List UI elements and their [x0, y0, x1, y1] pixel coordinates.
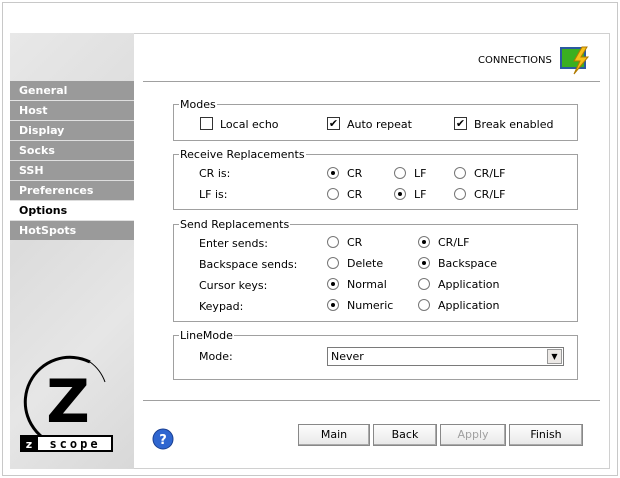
keypad-label: Keypad:	[199, 300, 244, 313]
finish-button[interactable]: Finish	[509, 424, 583, 446]
sidebar-item-hotspots[interactable]: HotSpots	[10, 221, 134, 240]
main-button[interactable]: Main	[298, 424, 370, 446]
mode-select[interactable]: Never ▼	[327, 347, 564, 366]
lf-is-cr-label: CR	[347, 188, 363, 201]
header-divider	[143, 81, 600, 82]
enter-cr-radio[interactable]	[327, 236, 339, 248]
mode-select-value: Never	[331, 350, 364, 363]
back-button[interactable]: Back	[373, 424, 437, 446]
keypad-numeric-radio[interactable]	[327, 299, 339, 311]
local-echo-checkbox[interactable]	[200, 117, 213, 130]
backspace-delete-label: Delete	[347, 257, 384, 270]
svg-text:z: z	[26, 438, 32, 451]
cr-is-lf-label: LF	[414, 167, 427, 180]
sidebar-item-host[interactable]: Host	[10, 101, 134, 120]
enter-sends-label: Enter sends:	[199, 237, 268, 250]
mode-label: Mode:	[199, 350, 233, 363]
sidebar-item-options[interactable]: Options	[10, 201, 134, 220]
keypad-numeric-label: Numeric	[347, 299, 394, 312]
sidebar-item-socks[interactable]: Socks	[10, 141, 134, 160]
receive-replacements-group	[173, 154, 578, 210]
cursor-application-label: Application	[438, 278, 500, 291]
zscope-logo: Z z scope	[20, 352, 115, 456]
enter-crlf-label: CR/LF	[438, 236, 470, 249]
chevron-down-icon[interactable]: ▼	[547, 349, 562, 364]
sidebar-item-ssh[interactable]: SSH	[10, 161, 134, 180]
enter-crlf-radio[interactable]	[418, 236, 430, 248]
cr-is-cr-label: CR	[347, 167, 363, 180]
backspace-backspace-radio[interactable]	[418, 257, 430, 269]
help-icon[interactable]: ?	[152, 428, 174, 450]
break-enabled-checkbox[interactable]: ✔	[454, 117, 467, 130]
apply-button[interactable]: Apply	[440, 424, 506, 446]
cr-is-cr-radio[interactable]	[327, 167, 339, 179]
connections-icon	[560, 45, 590, 75]
lf-is-label: LF is:	[199, 188, 228, 201]
local-echo-label: Local echo	[220, 118, 279, 131]
backspace-backspace-label: Backspace	[438, 257, 497, 270]
linemode-legend: LineMode	[179, 329, 234, 342]
auto-repeat-checkbox[interactable]: ✔	[327, 117, 340, 130]
sidebar-item-general[interactable]: General	[10, 81, 134, 100]
lf-is-lf-radio[interactable]	[394, 188, 406, 200]
svg-text:?: ?	[159, 433, 167, 448]
cursor-application-radio[interactable]	[418, 278, 430, 290]
modes-legend: Modes	[179, 98, 217, 111]
cr-is-label: CR is:	[199, 167, 231, 180]
footer-divider	[143, 400, 600, 401]
auto-repeat-label: Auto repeat	[347, 118, 412, 131]
svg-text:Z: Z	[46, 367, 90, 437]
cursor-normal-radio[interactable]	[327, 278, 339, 290]
lf-is-crlf-label: CR/LF	[474, 188, 506, 201]
sidebar-item-display[interactable]: Display	[10, 121, 134, 140]
cursor-normal-label: Normal	[347, 278, 387, 291]
cr-is-crlf-radio[interactable]	[454, 167, 466, 179]
connections-title: CONNECTIONS	[478, 55, 552, 66]
cr-is-lf-radio[interactable]	[394, 167, 406, 179]
send-legend: Send Replacements	[179, 218, 291, 231]
break-enabled-label: Break enabled	[474, 118, 554, 131]
backspace-delete-radio[interactable]	[327, 257, 339, 269]
backspace-sends-label: Backspace sends:	[199, 258, 298, 271]
lf-is-lf-label: LF	[414, 188, 427, 201]
svg-text:scope: scope	[49, 437, 100, 451]
keypad-application-radio[interactable]	[418, 299, 430, 311]
lf-is-crlf-radio[interactable]	[454, 188, 466, 200]
cursor-keys-label: Cursor keys:	[199, 279, 268, 292]
enter-cr-label: CR	[347, 236, 363, 249]
sidebar-item-preferences[interactable]: Preferences	[10, 181, 134, 200]
receive-legend: Receive Replacements	[179, 148, 306, 161]
keypad-application-label: Application	[438, 299, 500, 312]
lf-is-cr-radio[interactable]	[327, 188, 339, 200]
cr-is-crlf-label: CR/LF	[474, 167, 506, 180]
